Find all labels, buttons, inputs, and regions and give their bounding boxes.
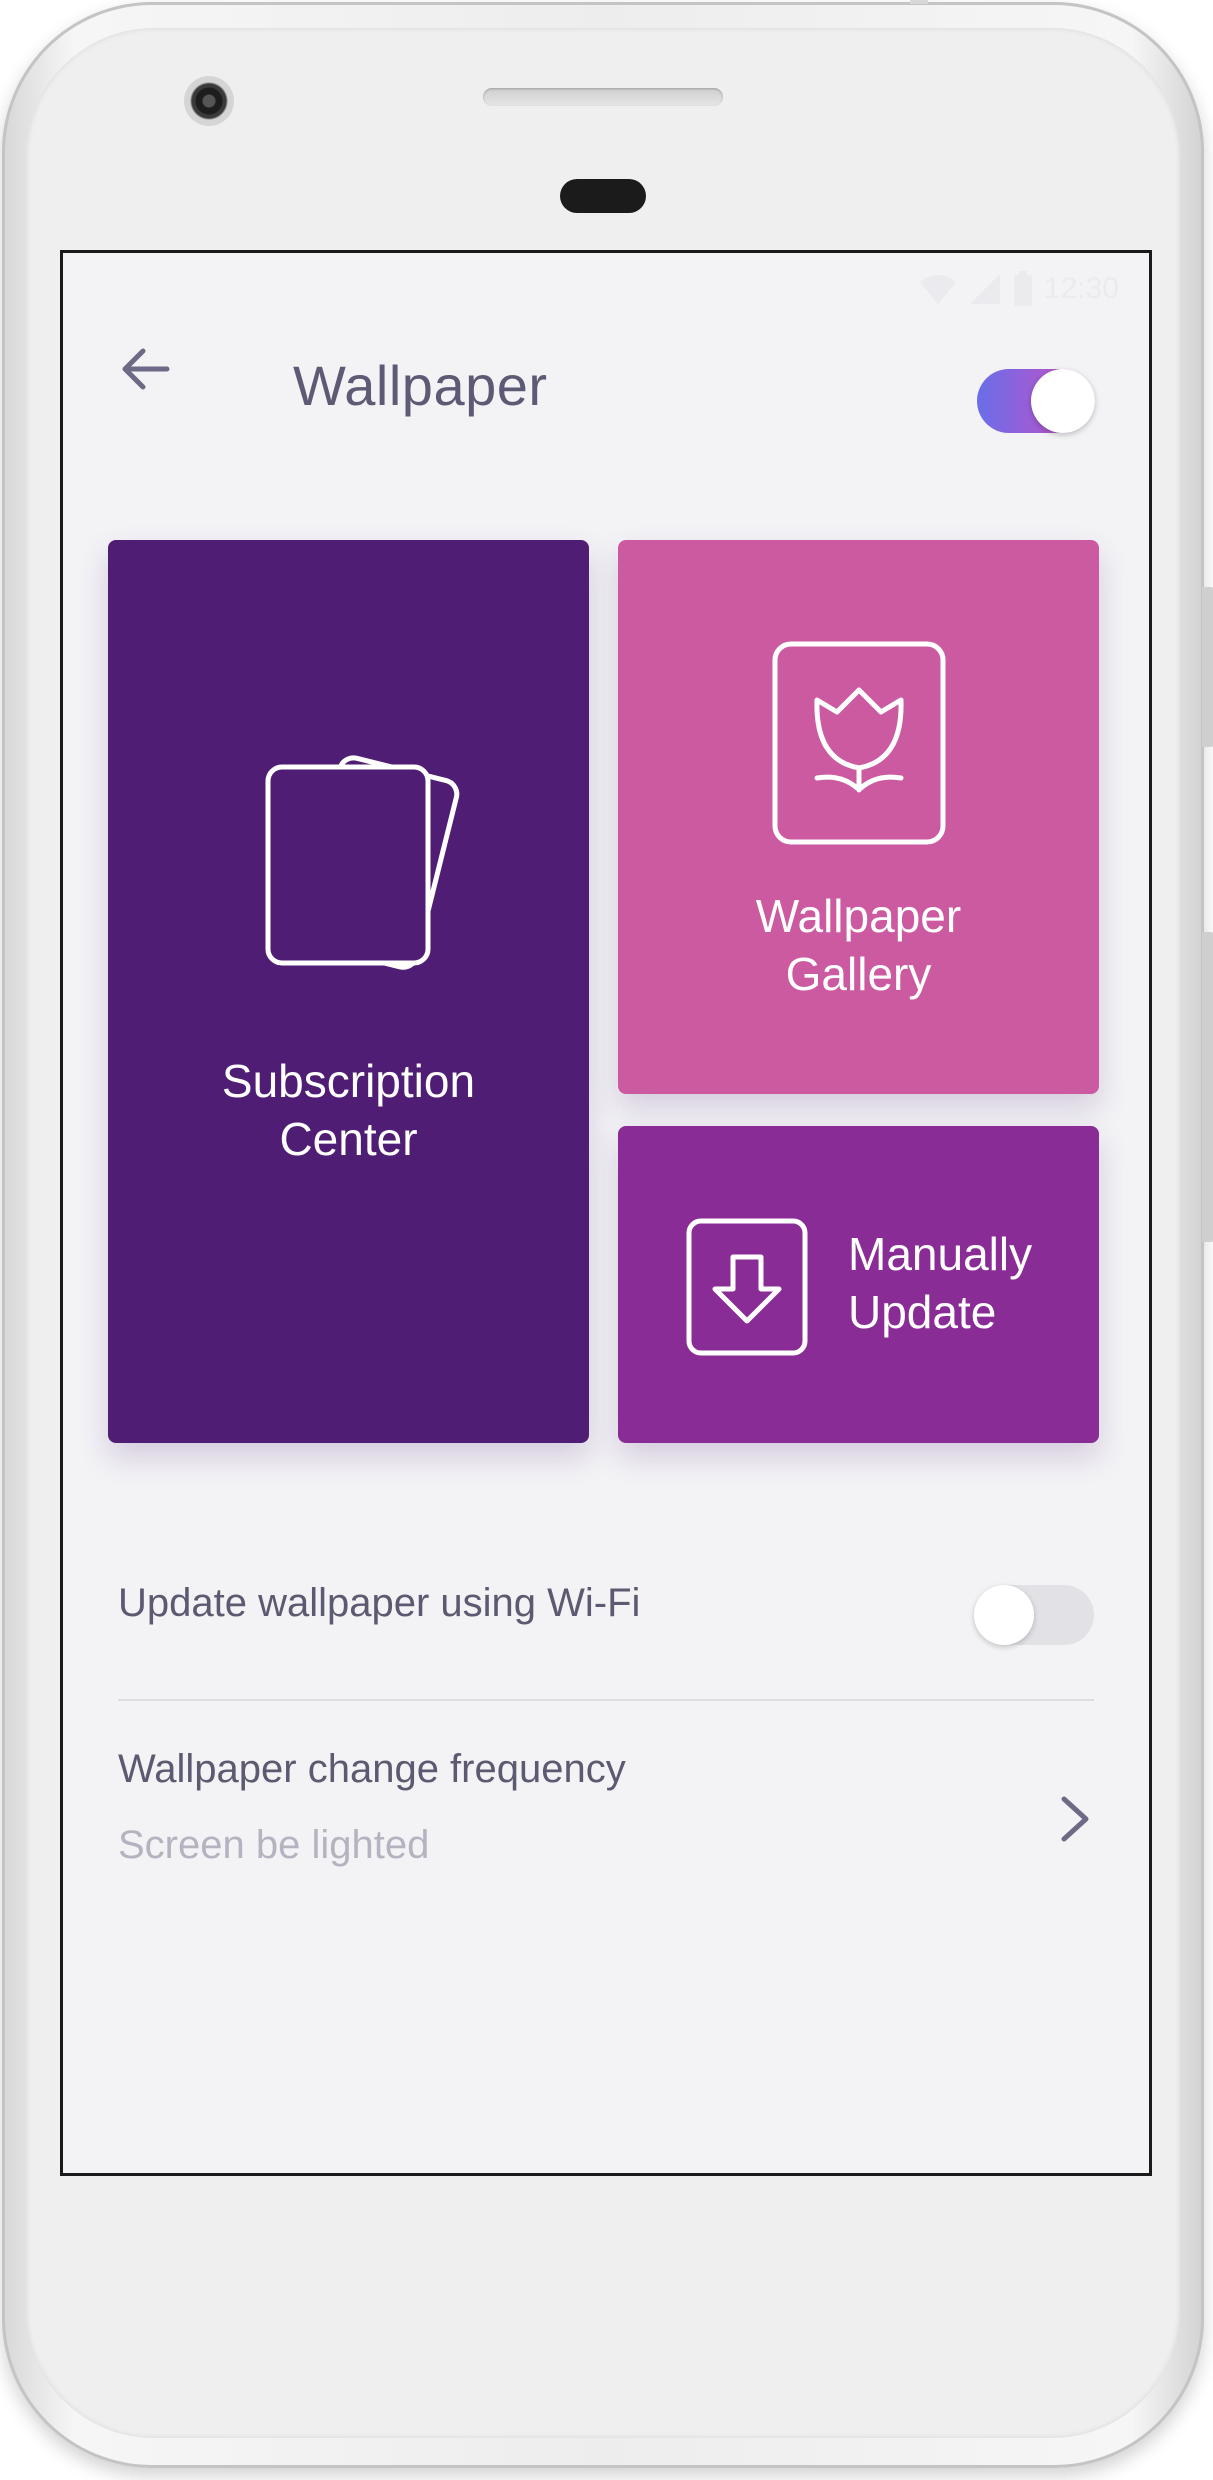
proximity-sensor: [560, 179, 646, 213]
phone-frame: 12:30 Wallpaper Subscription Center Wall…: [2, 0, 1213, 2468]
phone-top-button: [910, 0, 928, 4]
label-line: Center: [279, 1113, 418, 1165]
change-frequency-value: Screen be lighted: [118, 1823, 430, 1867]
status-time: 12:30: [1043, 272, 1119, 305]
wifi-icon: [919, 275, 956, 304]
phone-volume-button: [1202, 587, 1213, 747]
subscription-center-tile[interactable]: Subscription Center: [108, 540, 589, 1443]
wallpaper-gallery-tile[interactable]: Wallpaper Gallery: [618, 540, 1099, 1094]
label-line: Update: [848, 1286, 997, 1338]
download-arrow-icon: [686, 1218, 808, 1356]
manually-update-label: Manually Update: [848, 1225, 1032, 1341]
subscription-center-label: Subscription Center: [108, 1052, 589, 1168]
battery-icon: [1013, 271, 1032, 306]
phone-power-button: [1202, 932, 1213, 1242]
front-camera: [184, 76, 234, 126]
change-frequency-label: Wallpaper change frequency: [118, 1747, 626, 1791]
page-title: Wallpaper: [293, 354, 548, 417]
signal-icon: [969, 274, 1000, 304]
wifi-update-toggle[interactable]: [974, 1585, 1094, 1645]
chevron-right-icon: [1061, 1796, 1089, 1842]
toggle-knob: [1031, 369, 1095, 433]
arrow-left-icon: [122, 348, 170, 390]
wallpaper-master-toggle[interactable]: [977, 369, 1095, 433]
status-icons: 12:30: [918, 271, 1119, 307]
back-button[interactable]: [117, 341, 177, 397]
earpiece-speaker: [483, 88, 723, 106]
change-frequency-row[interactable]: Wallpaper change frequency Screen be lig…: [118, 1723, 1094, 1883]
settings-divider: [118, 1699, 1094, 1701]
manually-update-tile[interactable]: Manually Update: [618, 1126, 1099, 1443]
label-line: Gallery: [785, 948, 932, 1000]
label-line: Wallpaper: [755, 890, 962, 942]
wallpaper-gallery-label: Wallpaper Gallery: [618, 887, 1099, 1003]
flower-frame-icon: [772, 641, 946, 845]
toggle-knob: [974, 1585, 1034, 1645]
label-line: Manually: [848, 1228, 1033, 1280]
status-bar: 12:30: [63, 253, 1149, 333]
app-screen: 12:30 Wallpaper Subscription Center Wall…: [60, 250, 1152, 2176]
wifi-update-row: Update wallpaper using Wi-Fi: [118, 1553, 1094, 1663]
label-line: Subscription: [221, 1055, 476, 1107]
cards-stack-icon: [265, 755, 460, 970]
wifi-update-label: Update wallpaper using Wi-Fi: [118, 1581, 641, 1625]
